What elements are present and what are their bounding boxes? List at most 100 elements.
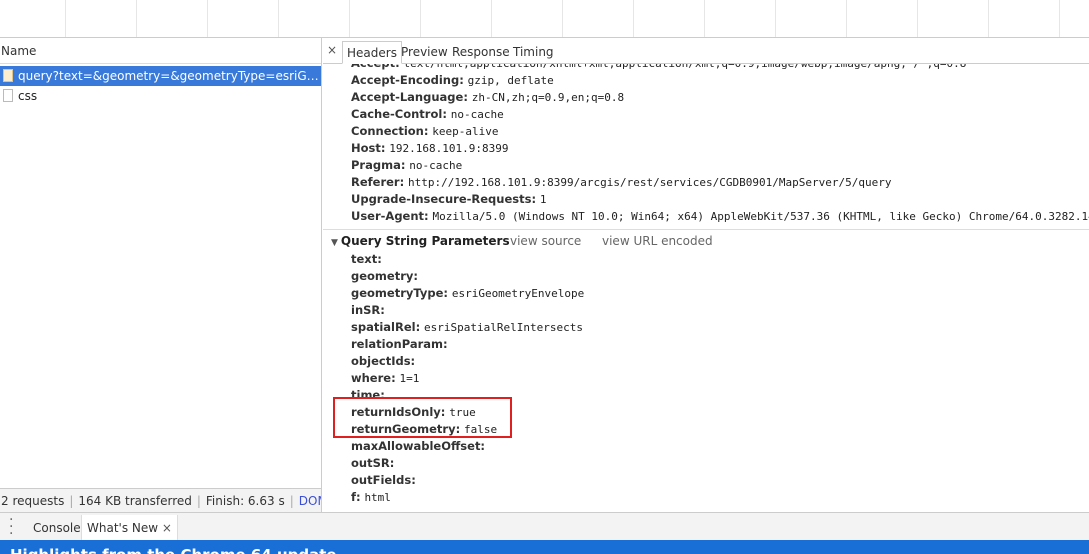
document-icon bbox=[3, 89, 13, 102]
tab-timing[interactable]: Timing bbox=[509, 41, 558, 64]
header-row: inSR: bbox=[323, 302, 1089, 319]
network-overview-timeline[interactable] bbox=[0, 0, 1089, 38]
highlight-box bbox=[333, 397, 512, 438]
tab-whats-new[interactable]: What's New × bbox=[81, 515, 178, 541]
request-detail-pane: × Headers Preview Response Timing Accept… bbox=[323, 38, 1089, 512]
header-row: User-Agent: Mozilla/5.0 (Windows NT 10.0… bbox=[323, 208, 1089, 225]
request-row[interactable]: query?text=&geometry=&geometryType=esriG… bbox=[0, 66, 321, 86]
header-value: keep-alive bbox=[432, 125, 499, 138]
tab-label: What's New bbox=[87, 521, 159, 535]
close-icon[interactable]: × bbox=[327, 43, 337, 57]
header-row: geometryType: esriGeometryEnvelope bbox=[323, 285, 1089, 302]
document-icon bbox=[3, 69, 13, 82]
tab-console[interactable]: Console bbox=[28, 515, 86, 541]
header-key: Cache-Control: bbox=[351, 107, 447, 121]
detail-tabbar: × Headers Preview Response Timing bbox=[323, 38, 1089, 64]
header-key: objectIds: bbox=[351, 354, 416, 368]
header-row: geometry: bbox=[323, 268, 1089, 285]
tab-response[interactable]: Response bbox=[448, 41, 514, 64]
header-key: geometry: bbox=[351, 269, 418, 283]
header-row: text: bbox=[323, 251, 1089, 268]
request-headers-list: Accept: text/html,application/xhtml+xml,… bbox=[323, 55, 1089, 225]
section-title: Query String Parameters bbox=[340, 234, 510, 248]
header-row: Accept-Language: zh-CN,zh;q=0.9,en;q=0.8 bbox=[323, 89, 1089, 106]
header-key: Accept-Language: bbox=[351, 90, 468, 104]
header-key: Host: bbox=[351, 141, 386, 155]
header-value: html bbox=[364, 491, 391, 504]
header-row: outSR: bbox=[323, 455, 1089, 472]
header-row: Accept-Encoding: gzip, deflate bbox=[323, 72, 1089, 89]
timeline-gridline bbox=[491, 0, 492, 37]
header-key: User-Agent: bbox=[351, 209, 429, 223]
header-key: geometryType: bbox=[351, 286, 448, 300]
domcontentloaded-time: DOMCo... bbox=[298, 494, 321, 508]
timeline-gridline bbox=[207, 0, 208, 37]
tab-preview[interactable]: Preview bbox=[397, 41, 452, 64]
header-value: no-cache bbox=[409, 159, 463, 172]
header-key: f: bbox=[351, 490, 361, 504]
header-key: Upgrade-Insecure-Requests: bbox=[351, 192, 537, 206]
timeline-gridline bbox=[278, 0, 279, 37]
header-key: where: bbox=[351, 371, 396, 385]
transferred-size: 164 KB transferred bbox=[78, 494, 192, 508]
timeline-gridline bbox=[562, 0, 563, 37]
drawer-tabbar: · · · Console What's New × bbox=[0, 512, 1089, 541]
header-value: esriGeometryEnvelope bbox=[451, 287, 585, 300]
header-key: text: bbox=[351, 252, 382, 266]
header-key: Connection: bbox=[351, 124, 429, 138]
header-row: relationParam: bbox=[323, 336, 1089, 353]
timeline-gridline bbox=[65, 0, 66, 37]
header-value: 1=1 bbox=[399, 372, 420, 385]
timeline-gridline bbox=[775, 0, 776, 37]
header-key: spatialRel: bbox=[351, 320, 421, 334]
timeline-gridline bbox=[917, 0, 918, 37]
whats-new-banner: Highlights from the Chrome 64 update bbox=[0, 540, 1089, 554]
header-row: maxAllowableOffset: bbox=[323, 438, 1089, 455]
view-source-link[interactable]: view source bbox=[510, 231, 581, 251]
timeline-gridline bbox=[988, 0, 989, 37]
timeline-gridline bbox=[704, 0, 705, 37]
query-string-section: ▼ Query String Parameters view source vie… bbox=[323, 229, 1089, 506]
timeline-gridline bbox=[349, 0, 350, 37]
request-list-pane: Name query?text=&geometry=&geometryType=… bbox=[0, 38, 322, 512]
header-key: Accept-Encoding: bbox=[351, 73, 464, 87]
header-value: 1 bbox=[539, 193, 547, 206]
timeline-gridline bbox=[846, 0, 847, 37]
header-row: objectIds: bbox=[323, 353, 1089, 370]
header-key: maxAllowableOffset: bbox=[351, 439, 486, 453]
request-row[interactable]: css bbox=[0, 86, 321, 106]
header-value: http://192.168.101.9:8399/arcgis/rest/se… bbox=[408, 176, 892, 189]
header-row: Upgrade-Insecure-Requests: 1 bbox=[323, 191, 1089, 208]
timeline-gridline bbox=[420, 0, 421, 37]
header-row: Cache-Control: no-cache bbox=[323, 106, 1089, 123]
view-url-encoded-link[interactable]: view URL encoded bbox=[602, 231, 713, 251]
header-row: where: 1=1 bbox=[323, 370, 1089, 387]
close-icon[interactable]: × bbox=[162, 521, 172, 535]
header-value: 192.168.101.9:8399 bbox=[389, 142, 509, 155]
header-row: f: html bbox=[323, 489, 1089, 506]
finish-time: Finish: 6.63 s bbox=[205, 494, 285, 508]
header-row: outFields: bbox=[323, 472, 1089, 489]
header-value: zh-CN,zh;q=0.9,en;q=0.8 bbox=[471, 91, 625, 104]
tab-headers[interactable]: Headers bbox=[342, 41, 402, 64]
header-key: inSR: bbox=[351, 303, 385, 317]
header-row: Pragma: no-cache bbox=[323, 157, 1089, 174]
header-row: Host: 192.168.101.9:8399 bbox=[323, 140, 1089, 157]
name-column-header[interactable]: Name bbox=[0, 38, 321, 64]
collapse-triangle-icon[interactable]: ▼ bbox=[331, 238, 338, 248]
request-name: css bbox=[18, 89, 38, 103]
header-value: Mozilla/5.0 (Windows NT 10.0; Win64; x64… bbox=[432, 210, 1089, 223]
header-key: outSR: bbox=[351, 456, 395, 470]
header-key: Pragma: bbox=[351, 158, 406, 172]
query-params-list: text: geometry: geometryType: esriGeomet… bbox=[323, 251, 1089, 506]
header-row: spatialRel: esriSpatialRelIntersects bbox=[323, 319, 1089, 336]
header-row: Referer: http://192.168.101.9:8399/arcgi… bbox=[323, 174, 1089, 191]
header-value: no-cache bbox=[450, 108, 504, 121]
timeline-gridline bbox=[633, 0, 634, 37]
timeline-gridline bbox=[136, 0, 137, 37]
request-name: query?text=&geometry=&geometryType=esriG… bbox=[18, 69, 321, 83]
request-count: 2 requests bbox=[1, 494, 65, 508]
header-key: relationParam: bbox=[351, 337, 448, 351]
query-string-header[interactable]: ▼ Query String Parameters view source vie… bbox=[323, 231, 1089, 251]
more-tools-icon[interactable]: · · · bbox=[9, 513, 13, 541]
